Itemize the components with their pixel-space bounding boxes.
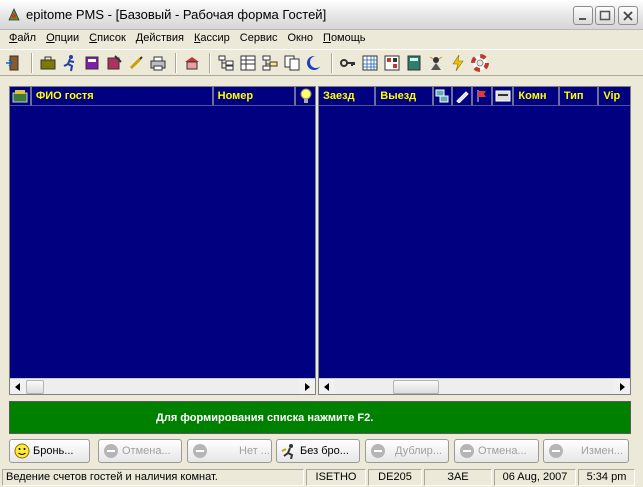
scroll-thumb[interactable] [26,380,44,394]
status-time: 5:34 pm [578,468,635,486]
exit-door-icon[interactable] [4,53,24,73]
tree-view-icon[interactable] [216,53,236,73]
guest-grid-header: ФИО гостя Номер [10,87,315,106]
smiley-icon [14,443,30,459]
hierarchy-icon[interactable] [260,53,280,73]
stay-details-grid[interactable]: Заезд Выезд Комн Тип Vip [318,86,631,395]
booking-button[interactable]: Бронь... [9,439,90,463]
cancel-second-button[interactable]: Отмена... [454,439,539,463]
status-date: 06 Aug, 2007 [494,468,576,486]
change-button[interactable]: Измен... [543,439,629,463]
column-guest-name[interactable]: ФИО гостя [31,87,214,106]
lightbulb-icon[interactable] [296,87,315,106]
scroll-left-arrow-icon[interactable] [10,379,26,394]
menu-window[interactable]: Окно [282,30,318,48]
window-title: epitome PMS - [Базовый - Рабочая форма Г… [26,7,327,22]
menu-list[interactable]: Список [84,30,131,48]
close-button[interactable] [618,6,638,25]
without-booking-button[interactable]: Без бро... [276,439,360,463]
scroll-left-arrow-icon[interactable] [319,379,335,394]
guest-grid-hscrollbar[interactable] [10,378,315,394]
document-edit-icon[interactable] [104,53,124,73]
no-entry-icon [549,444,563,458]
cleaning-icon[interactable] [426,53,446,73]
menu-actions[interactable]: Действия [131,30,189,48]
column-type[interactable]: Тип [559,87,600,106]
pencil-icon[interactable] [453,87,473,106]
guest-name-grid[interactable]: ФИО гостя Номер [9,86,316,395]
column-arrival[interactable]: Заезд [319,87,377,106]
card-icon[interactable] [492,87,515,106]
scroll-right-arrow-icon[interactable] [614,379,630,394]
status-user: ISETHO [306,468,366,486]
title-bar: epitome PMS - [Базовый - Рабочая форма Г… [0,0,643,30]
status-bar: Ведение счетов гостей и наличия комнат. … [0,467,643,487]
lifebuoy-icon[interactable] [470,53,490,73]
no-show-button[interactable]: Нет ... [187,439,272,463]
schedule-icon[interactable] [382,53,402,73]
status-station: DE205 [368,468,422,486]
flag-icon[interactable] [472,87,493,106]
app-icon[interactable] [6,7,22,23]
status-currency: ЗАЕ [424,468,492,486]
windows-icon[interactable] [433,87,454,106]
cancel-button[interactable]: Отмена... [98,439,182,463]
no-entry-icon [104,444,118,458]
stay-grid-header: Заезд Выезд Комн Тип Vip [319,87,630,106]
no-entry-icon [193,444,207,458]
toolbar [0,49,643,76]
column-room[interactable]: Комн [514,87,560,106]
minimize-button[interactable] [573,6,593,25]
books-icon[interactable] [10,87,32,106]
calculator-icon[interactable] [404,53,424,73]
printer-icon[interactable] [148,53,168,73]
column-departure[interactable]: Выезд [376,87,434,106]
column-room-number[interactable]: Номер [213,87,297,106]
moon-icon[interactable] [304,53,324,73]
action-button-row: Бронь... Отмена... Нет ... Без бро... Ду… [9,439,631,463]
luggage-icon[interactable] [38,53,58,73]
menu-bar: Файл Опции Список Действия Кассир Сервис… [0,30,643,48]
book-icon[interactable] [82,53,102,73]
column-vip[interactable]: Vip [599,87,630,106]
status-hint: Ведение счетов гостей и наличия комнат. [2,468,304,486]
menu-options[interactable]: Опции [41,30,84,48]
menu-help[interactable]: Помощь [318,30,371,48]
key-icon[interactable] [338,53,358,73]
scroll-right-arrow-icon[interactable] [299,379,315,394]
no-entry-icon [371,444,385,458]
runner-icon[interactable] [60,53,80,73]
table-icon[interactable] [238,53,258,73]
status-message: Для формирования списка нажмите F2. [9,401,631,434]
pen-icon[interactable] [126,53,146,73]
grid-icon[interactable] [360,53,380,73]
menu-service[interactable]: Сервис [235,30,283,48]
copy-icon[interactable] [282,53,302,73]
duplicate-button[interactable]: Дублир... [365,439,449,463]
hotel-icon[interactable] [182,53,202,73]
scroll-thumb[interactable] [393,380,439,394]
maximize-button[interactable] [595,6,615,25]
lightning-icon[interactable] [448,53,468,73]
walk-in-icon [281,444,294,459]
no-entry-icon [460,444,474,458]
stay-grid-hscrollbar[interactable] [319,378,630,394]
menu-cashier[interactable]: Кассир [189,30,235,48]
menu-file[interactable]: Файл [4,30,41,48]
